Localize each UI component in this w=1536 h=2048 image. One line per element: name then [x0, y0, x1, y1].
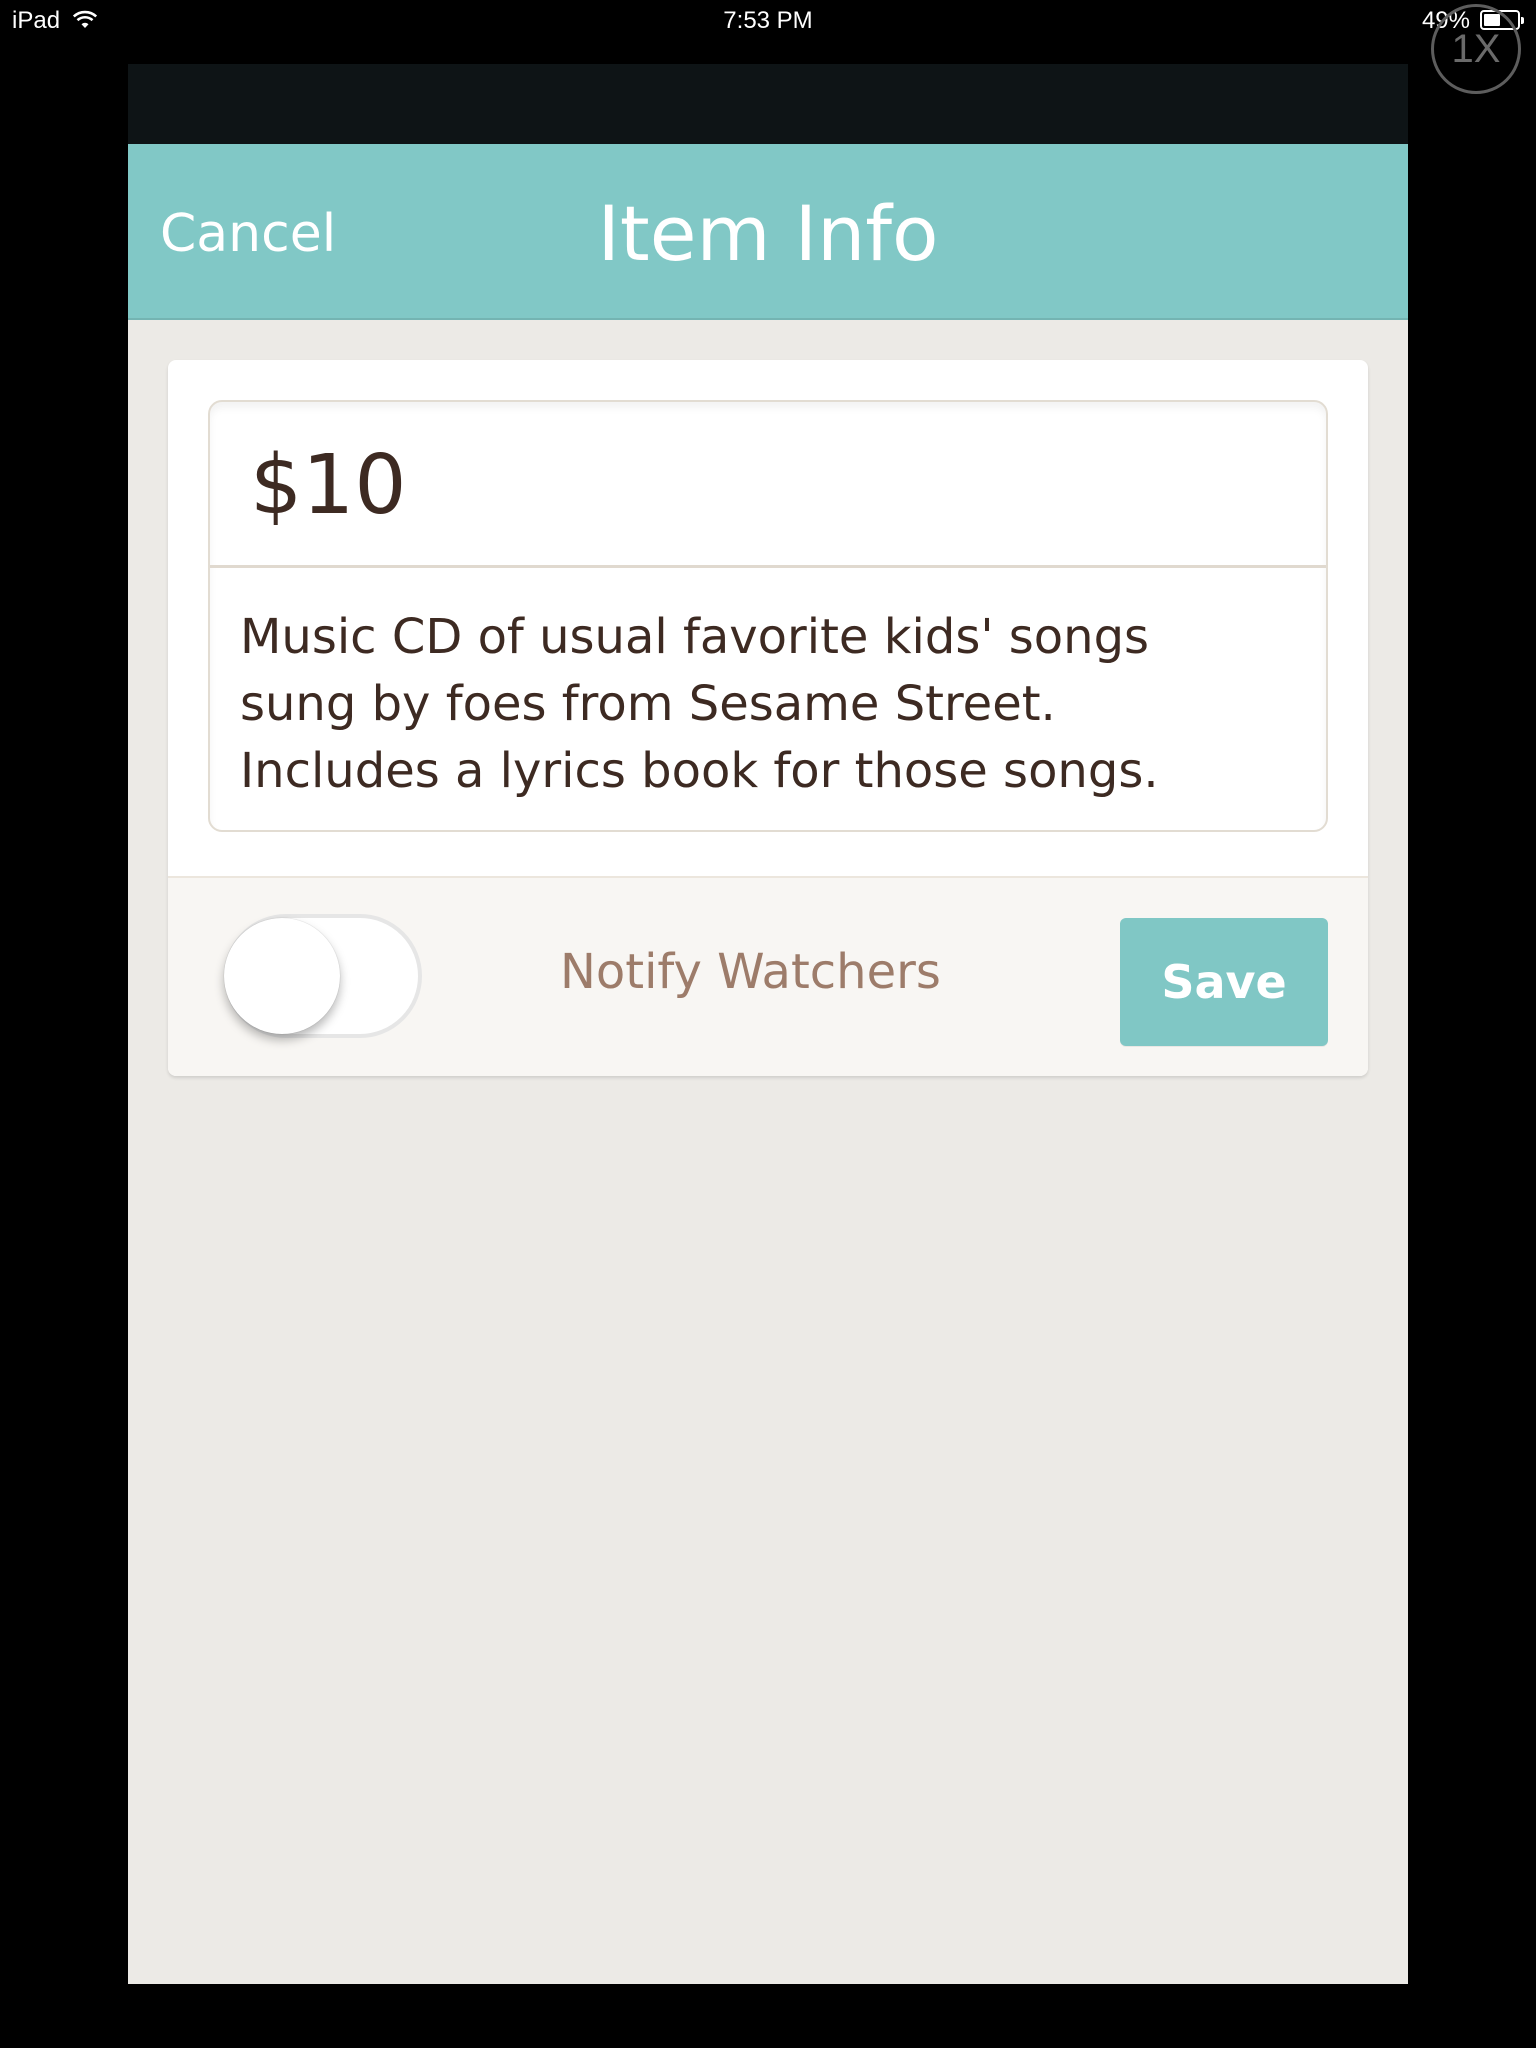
toggle-knob: [224, 918, 340, 1034]
save-button[interactable]: Save: [1120, 918, 1328, 1046]
zoom-level-badge[interactable]: 1X: [1431, 4, 1521, 94]
app-window: Cancel Item Info $10 Music CD of usual f…: [128, 64, 1408, 1984]
card-footer: Notify Watchers Save: [168, 876, 1368, 1076]
description-text: Music CD of usual favorite kids' songs s…: [240, 609, 1159, 799]
status-bar: iPad 7:53 PM 49%: [0, 0, 1536, 44]
app-top-strip: [128, 64, 1408, 144]
notify-watchers-toggle[interactable]: [224, 914, 422, 1038]
item-form: $10 Music CD of usual favorite kids' son…: [208, 400, 1328, 832]
clock: 7:53 PM: [723, 7, 813, 34]
item-info-card: $10 Music CD of usual favorite kids' son…: [168, 360, 1368, 1076]
description-field[interactable]: Music CD of usual favorite kids' songs s…: [210, 568, 1326, 830]
price-field[interactable]: $10: [210, 402, 1326, 568]
page-title: Item Info: [597, 189, 939, 278]
notify-watchers-label: Notify Watchers: [560, 944, 941, 1000]
navigation-bar: Cancel Item Info: [128, 144, 1408, 320]
price-value: $10: [250, 438, 407, 533]
